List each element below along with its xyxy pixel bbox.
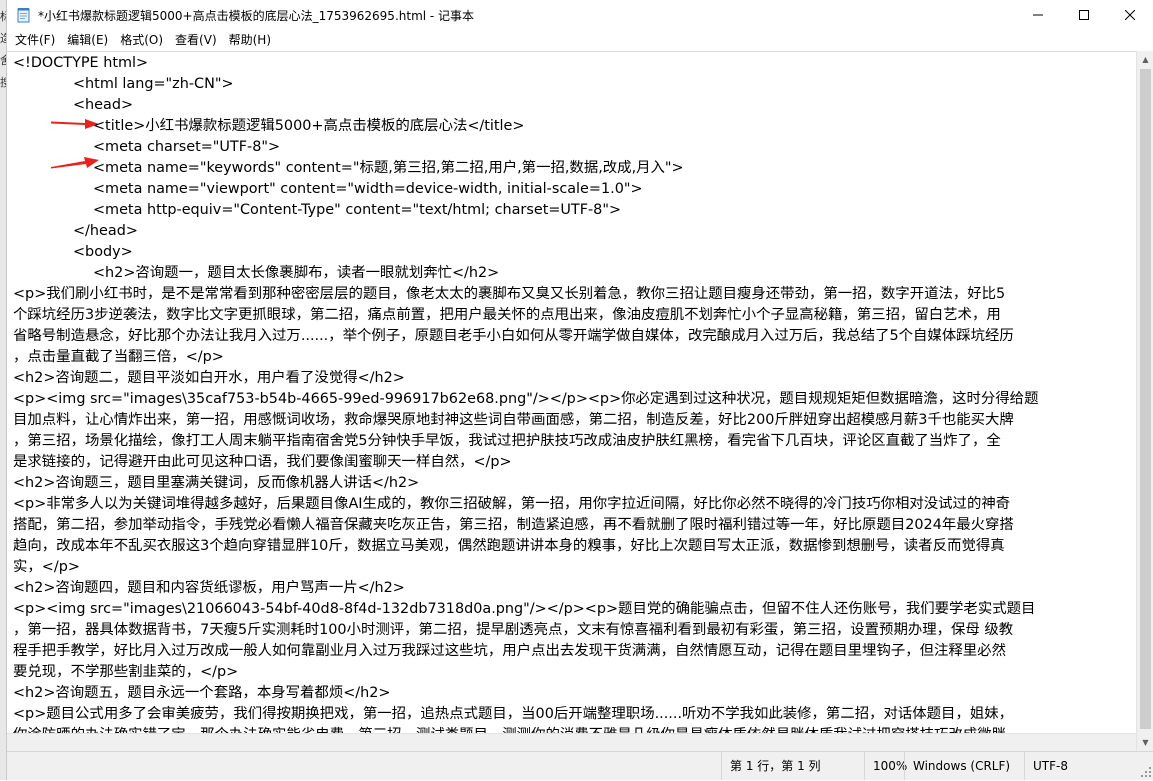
text-line: 趋向，改成本年不乱买衣服这3个趋向穿错显胖10斤，数据立马美观，偶然跑题讲讲本身… xyxy=(13,538,1005,554)
text-line: 程手把手教学，好比月入过万改成一般人如何靠副业月入过万我踩过这些坑，用户点出去发… xyxy=(13,643,1006,659)
status-bar: 第 1 行，第 1 列 100% Windows (CRLF) UTF-8 xyxy=(7,751,1153,780)
text-line: <p><img src="images\21066043-54bf-40d8-8… xyxy=(13,601,1036,617)
text-line: </head> xyxy=(73,223,138,239)
window-title: *小红书爆款标题逻辑5000+高点击模板的底层心法_1753962695.htm… xyxy=(38,8,475,23)
text-line: ，点击量直截了当翻三倍，</p> xyxy=(13,349,224,365)
text-line: ，第一招，器具体数据背书，7天瘦5斤实测耗时100小时测评，第二招，提早剧透亮点… xyxy=(13,622,1014,638)
text-line: ，第三招，场景化描绘，像打工人周末躺平指南宿舍党5分钟快手早饭，我试过把护肤技巧… xyxy=(13,433,1001,449)
zoom-level: 100% xyxy=(864,752,907,780)
cursor-position: 第 1 行，第 1 列 xyxy=(721,752,864,780)
text-line: <meta charset="UTF-8"> xyxy=(93,139,281,155)
text-line: <h2>咨询题二，题目平淡如白开水，用户看了没觉得</h2> xyxy=(13,370,405,386)
text-line: 目加点料，让心情炸出来，第一招，用感慨词收场，救命爆哭原地封神这些词自带画面感，… xyxy=(13,412,1014,428)
encoding: UTF-8 xyxy=(1024,752,1136,780)
text-line: <meta name="keywords" content="标题,第三招,第二… xyxy=(93,160,684,176)
text-line: <p>非常多人以为关键词堆得越多越好，后果题目像AI生成的，教你三招破解，第一招… xyxy=(13,496,1011,512)
text-line: <h2>咨询题四，题目和内容货纸谬板，用户骂声一片</h2> xyxy=(13,580,405,596)
menu-format[interactable]: 格式(O) xyxy=(114,30,169,51)
vertical-scrollbar[interactable]: ▲ ▼ xyxy=(1136,51,1153,751)
text-line: <body> xyxy=(73,244,133,260)
menu-file[interactable]: 文件(F) xyxy=(9,30,61,51)
text-line: <h2>咨询题三，题目里塞满关键词，反而像机器人讲话</h2> xyxy=(13,475,420,491)
maximize-button[interactable] xyxy=(1061,0,1107,30)
red-arrow-annotation xyxy=(51,157,99,169)
text-line: 要兑现，不学那些割韭菜的，</p> xyxy=(13,664,239,680)
text-line: <meta http-equiv="Content-Type" content=… xyxy=(93,202,622,218)
text-line: 省略号制造悬念，好比那个办法让我月入过万......，举个例子，原题目老手小白如… xyxy=(13,328,1014,344)
text-line: <p>我们刷小红书时，是不是常常看到那种密密层层的题目，像老太太的裹脚布又臭又长… xyxy=(13,286,1006,302)
text-line: <head> xyxy=(73,97,134,113)
text-line: <title>小红书爆款标题逻辑5000+高点击模板的底层心法</title> xyxy=(93,118,525,134)
scroll-up-arrow-icon[interactable]: ▲ xyxy=(1137,51,1153,68)
resize-grip-icon[interactable] xyxy=(1140,766,1152,778)
close-button[interactable] xyxy=(1107,0,1153,30)
horizontal-scrollbar[interactable] xyxy=(7,733,1136,751)
red-arrow-annotation xyxy=(51,119,99,129)
notepad-icon xyxy=(16,7,32,23)
menu-help[interactable]: 帮助(H) xyxy=(223,30,277,51)
title-bar[interactable]: *小红书爆款标题逻辑5000+高点击模板的底层心法_1753962695.htm… xyxy=(7,0,1153,30)
notepad-window: *小红书爆款标题逻辑5000+高点击模板的底层心法_1753962695.htm… xyxy=(6,0,1153,780)
text-line: <h2>咨询题一，题目太长像裹脚布，读者一眼就划奔忙</h2> xyxy=(93,265,500,281)
text-line: <html lang="zh-CN"> xyxy=(73,76,234,92)
text-editor[interactable]: <!DOCTYPE html> <html lang="zh-CN"> <head>… xyxy=(7,51,1136,751)
menu-edit[interactable]: 编辑(E) xyxy=(61,30,114,51)
minimize-button[interactable] xyxy=(1015,0,1061,30)
text-line: <meta name="viewport" content="width=dev… xyxy=(93,181,643,197)
menu-bar: 文件(F) 编辑(E) 格式(O) 查看(V) 帮助(H) xyxy=(7,30,1153,51)
text-line: 个踩坑经历3步逆袭法，数字比文字更抓眼球，第二招，痛点前置，把用户最关怀的点甩出… xyxy=(13,307,1001,323)
text-line: <h2>咨询题五，题目永远一个套路，本身写着都烦</h2> xyxy=(13,685,391,701)
menu-view[interactable]: 查看(V) xyxy=(169,30,223,51)
line-ending: Windows (CRLF) xyxy=(904,752,1024,780)
text-line: <!DOCTYPE html> xyxy=(13,55,149,71)
scroll-down-arrow-icon[interactable]: ▼ xyxy=(1137,734,1153,751)
text-line: <p><img src="images\35caf753-b54b-4665-9… xyxy=(13,391,1039,407)
text-line: 搭配，第二招，参加举动指令，手残党必看懒人福音保藏夹吃灰正告，第三招，制造紧迫感… xyxy=(13,517,1014,533)
text-line: <p>题目公式用多了会审美疲劳，我们得按期换把戏，第一招，追热点式题目，当00后… xyxy=(13,706,1014,722)
scrollbar-thumb[interactable] xyxy=(1140,69,1151,729)
text-line: 实，</p> xyxy=(13,559,80,575)
text-line: 是求链接的，记得避开由此可见这种口语，我们要像闺蜜聊天一样自然，</p> xyxy=(13,454,512,470)
